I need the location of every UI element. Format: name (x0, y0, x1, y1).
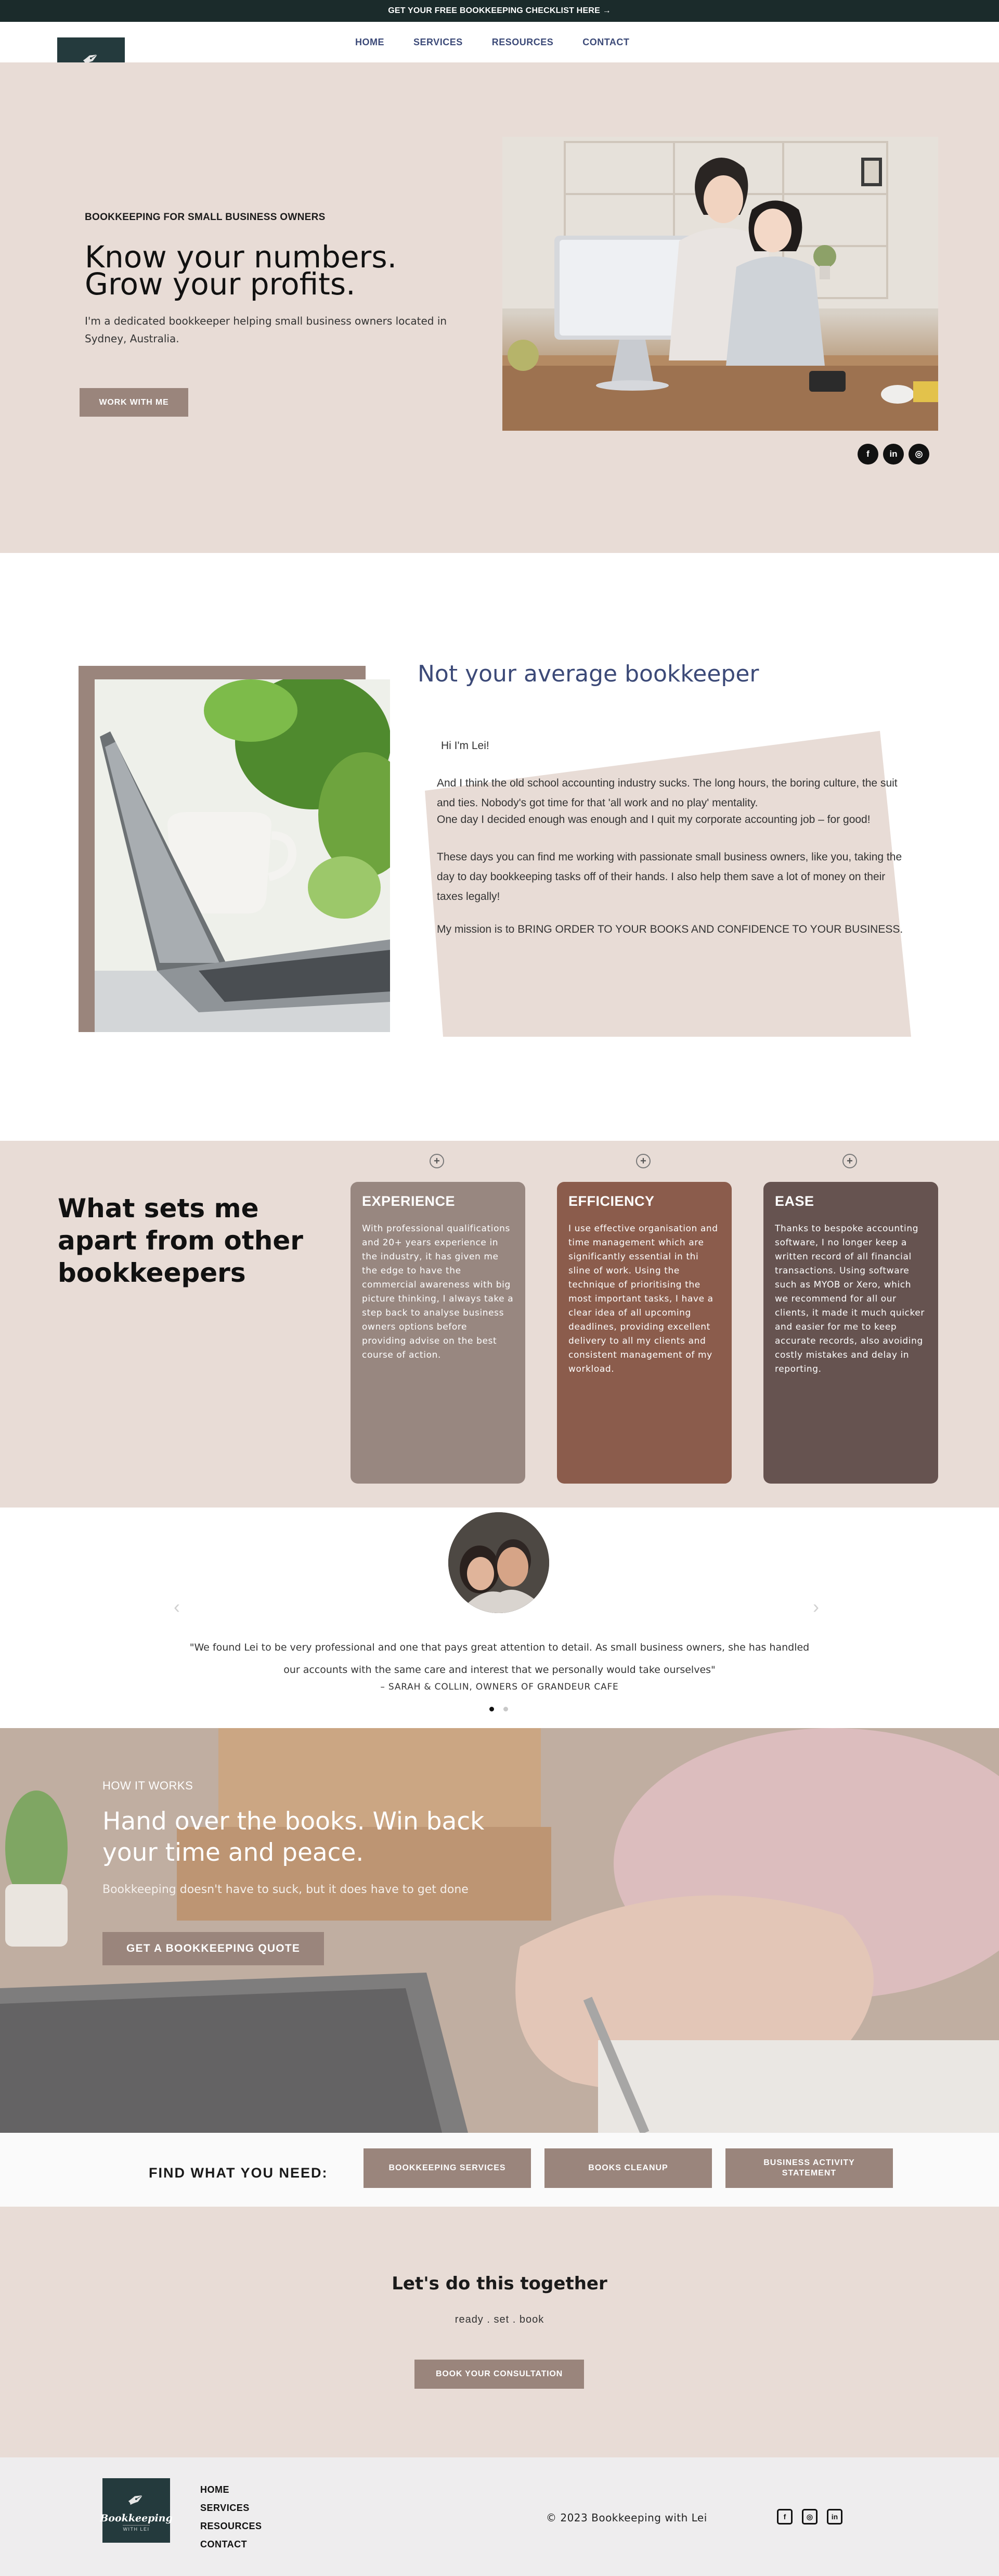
nav-resources[interactable]: RESOURCES (492, 37, 554, 48)
footer-social-links: f ◎ in (777, 2509, 842, 2525)
card-ease-title: EASE (775, 1193, 814, 1209)
expand-ease-icon[interactable]: + (842, 1154, 857, 1168)
testimonial-author: – SARAH & COLLIN, OWNERS OF GRANDEUR CAF… (380, 1682, 619, 1692)
footer-link-resources[interactable]: RESOURCES (200, 2521, 262, 2532)
testimonial-quote-line1: "We found Lei to be very professional an… (189, 1642, 810, 1653)
footer-link-services[interactable]: SERVICES (200, 2503, 262, 2514)
about-title: Not your average bookkeeper (418, 661, 759, 687)
testimonial-avatar (448, 1512, 549, 1613)
testimonial-quote-line2: our accounts with the same care and inte… (283, 1664, 716, 1676)
how-subtext: Bookkeeping doesn't have to suck, but it… (102, 1883, 469, 1896)
about-greeting: Hi I'm Lei! (441, 740, 489, 752)
carousel-prev-icon[interactable]: ‹ (174, 1596, 180, 1618)
instagram-icon[interactable]: ◎ (909, 444, 929, 465)
work-with-me-button[interactable]: WORK WITH ME (80, 388, 188, 417)
hero-eyebrow: BOOKKEEPING FOR SMALL BUSINESS OWNERS (85, 212, 326, 223)
bookkeeping-services-button[interactable]: BOOKKEEPING SERVICES (364, 2148, 531, 2188)
facebook-icon[interactable]: f (777, 2509, 793, 2525)
main-nav: HOME SERVICES RESOURCES CONTACT (355, 22, 658, 62)
footer-nav: HOME SERVICES RESOURCES CONTACT (200, 2484, 262, 2550)
card-experience-body: With professional qualifications and 20+… (362, 1223, 514, 1360)
how-headline-line2: your time and peace. (102, 1838, 364, 1867)
cta-section (0, 2207, 999, 2457)
carousel-dot-active[interactable] (489, 1707, 494, 1711)
bookkeeping-quote-button[interactable]: GET A BOOKKEEPING QUOTE (102, 1932, 324, 1965)
card-experience-title: EXPERIENCE (362, 1193, 456, 1209)
about-p3: These days you can find me working with … (437, 851, 902, 903)
top-announcement-banner[interactable]: GET YOUR FREE BOOKKEEPING CHECKLIST HERE… (0, 0, 999, 22)
laptop-illustration (95, 679, 390, 1032)
hero-social-links: f in ◎ (858, 444, 929, 465)
expand-experience-icon[interactable]: + (430, 1154, 444, 1168)
couple-portrait (448, 1512, 549, 1613)
nav-home[interactable]: HOME (355, 37, 384, 48)
hero-headline-line2: Grow your profits. (85, 266, 356, 302)
find-label: FIND WHAT YOU NEED: (149, 2165, 328, 2181)
about-laptop-photo (95, 679, 390, 1032)
carousel-dot[interactable] (503, 1707, 508, 1711)
card-experience[interactable]: EXPERIENCE With professional qualificati… (351, 1182, 525, 1484)
banner-link[interactable]: GET YOUR FREE BOOKKEEPING CHECKLIST HERE… (388, 6, 611, 16)
how-headline-line1: Hand over the books. Win back (102, 1807, 485, 1836)
office-illustration (502, 137, 938, 431)
how-eyebrow: HOW IT WORKS (102, 1779, 193, 1792)
facebook-icon[interactable]: f (858, 444, 878, 465)
business-activity-statement-button[interactable]: BUSINESS ACTIVITY STATEMENT (725, 2148, 893, 2188)
carousel-next-icon[interactable]: › (813, 1596, 819, 1618)
footer-logo[interactable]: ✒ Bookkeeping WITH LEI (100, 2478, 173, 2543)
about-p2: One day I decided enough was enough and … (437, 814, 871, 826)
testimonial-quote: "We found Lei to be very professional an… (104, 1637, 895, 1681)
footer-link-home[interactable]: HOME (200, 2484, 262, 2495)
feather-icon: ✒ (123, 2485, 150, 2514)
about-p4: My mission is to BRING ORDER TO YOUR BOO… (437, 923, 903, 935)
books-cleanup-button[interactable]: BOOKS CLEANUP (544, 2148, 712, 2188)
footer-link-contact[interactable]: CONTACT (200, 2539, 262, 2550)
card-efficiency-title: EFFICIENCY (568, 1193, 655, 1209)
hero-intro: I'm a dedicated bookkeeper helping small… (85, 315, 447, 345)
cta-subheading: ready . set . book (455, 2314, 544, 2325)
book-consultation-button[interactable]: BOOK YOUR CONSULTATION (414, 2360, 584, 2389)
about-p1: And I think the old school accounting in… (437, 777, 898, 809)
card-efficiency[interactable]: EFFICIENCY I use effective organisation … (557, 1182, 732, 1484)
nav-services[interactable]: SERVICES (413, 37, 463, 48)
card-ease-body: Thanks to bespoke accounting software, I… (775, 1223, 925, 1374)
differentiators-heading: What sets me apart from other bookkeeper… (58, 1193, 303, 1288)
linkedin-icon[interactable]: in (883, 444, 904, 465)
hero-office-photo (502, 137, 938, 431)
card-ease[interactable]: EASE Thanks to bespoke accounting softwa… (763, 1182, 938, 1484)
footer-logo-name: Bookkeeping (100, 2512, 173, 2524)
linkedin-icon[interactable]: in (827, 2509, 842, 2525)
hero-headline: Know your numbers. Grow your profits. (85, 242, 480, 302)
how-headline: Hand over the books. Win back your time … (102, 1806, 570, 1869)
nav-contact[interactable]: CONTACT (582, 37, 629, 48)
cta-heading: Let's do this together (392, 2273, 607, 2294)
card-efficiency-body: I use effective organisation and time ma… (568, 1223, 718, 1374)
footer-logo-sub: WITH LEI (123, 2525, 150, 2532)
footer-copyright: © 2023 Bookkeeping with Lei (546, 2511, 707, 2524)
instagram-icon[interactable]: ◎ (802, 2509, 818, 2525)
expand-efficiency-icon[interactable]: + (636, 1154, 651, 1168)
